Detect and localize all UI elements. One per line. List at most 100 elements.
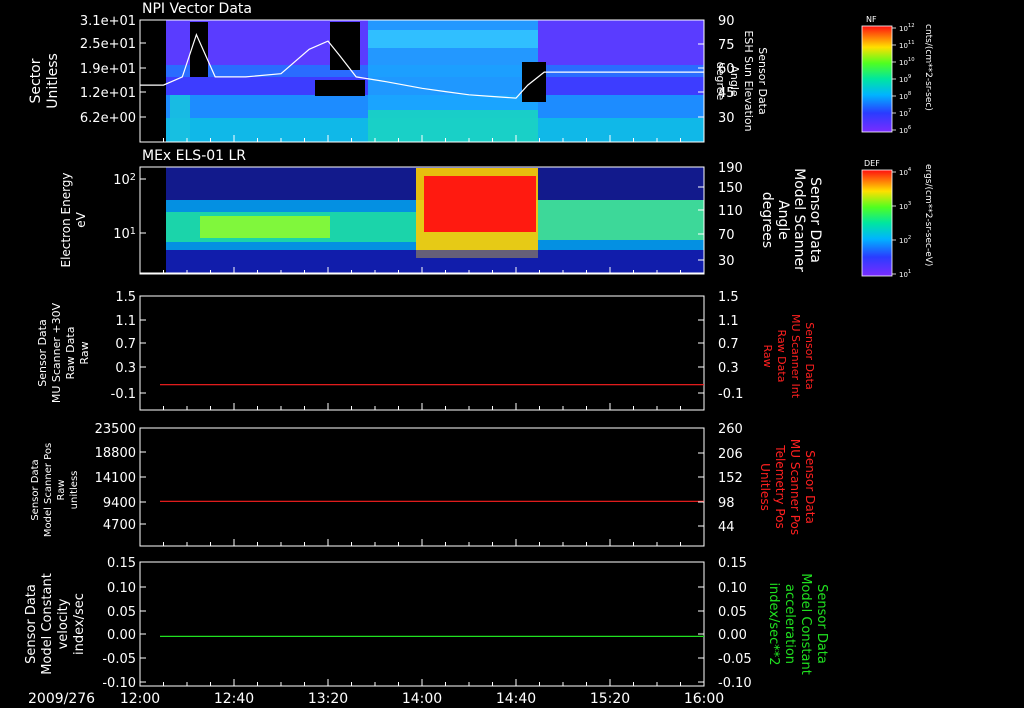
p3-ylabel-line-4: Raw: [78, 341, 91, 364]
right-tick-label: 0.05: [718, 605, 747, 620]
left-tick-label: 0.05: [107, 605, 136, 620]
power-exponent: 9: [908, 74, 911, 80]
p3-ylabel-line-2: MU Scanner +30V: [50, 302, 63, 403]
right-tick-label: 110: [718, 204, 743, 219]
right-tick-label: 30: [718, 111, 735, 126]
panel-els-ylabel: Electron Energy eV: [59, 172, 88, 267]
panel-4-ylabel: Sensor Data Model Scanner Pos Raw unitle…: [30, 443, 80, 537]
panel-3-frame: [139, 295, 705, 411]
panel-5-frame: [139, 561, 705, 687]
els-heat-bottom: [166, 250, 704, 274]
panel-els: MEx ELS-01 LR 102101 1901501107030 Elect…: [59, 148, 823, 275]
time-tick-label: 15:20: [590, 691, 630, 707]
right-tick-label: 206: [718, 447, 743, 462]
p3-right-ylabel-line-2: MU Scanner Int: [789, 314, 802, 399]
left-tick-label: 102: [113, 172, 136, 188]
power-base: 10: [899, 42, 908, 50]
right-tick-label: 152: [718, 471, 743, 486]
power-exponent: 8: [908, 91, 911, 97]
left-tick-label: 2.5e+01: [80, 37, 136, 52]
panel-npi-heatmap: [166, 20, 704, 142]
els-right-ylabel-line-4: degrees: [759, 192, 775, 248]
left-tick-label: 9400: [103, 496, 136, 511]
panel-mu-scanner-raw: 1.5 1.1 0.7 0.3 -0.1 1.5 1.1 0.7 0.3 -0.1 Sensor…: [36, 290, 816, 411]
power-base: 10: [899, 127, 908, 135]
power-exponent: 2: [130, 172, 136, 183]
npi-heat-high-region-top: [368, 30, 538, 48]
left-tick-label: 3.1e+01: [80, 14, 136, 29]
colorbar-def-bar: [861, 169, 893, 277]
colorbar-tick-label: 1012: [899, 23, 915, 33]
power-base: 10: [899, 25, 908, 33]
power-base: 10: [899, 59, 908, 67]
colorbar-tick-label: 103: [899, 201, 911, 211]
npi-heat-gap-1: [190, 22, 208, 77]
p5-ylabel-line-1: Sensor Data: [24, 584, 39, 664]
right-tick-label: 30: [718, 254, 735, 269]
npi-right-ylabel-line-4: degree: [714, 62, 727, 101]
panel-5-ylabel: Sensor Data Model Constant velocity inde…: [24, 573, 87, 675]
colorbar-def: DEF 104103102101 ergs/(cm**2-sr-sec-eV): [861, 159, 933, 279]
power-base: 10: [899, 203, 908, 211]
npi-right-ylabel-line-2: ESH Sun Elevation: [742, 30, 755, 131]
right-tick-label: 0.15: [718, 556, 747, 571]
power-exponent: 7: [908, 108, 911, 114]
panel-npi: NPI Vector Data 3.1e+01 2.5e+01 1.9e+01 1.2…: [28, 1, 769, 143]
time-tick-label: 14:00: [402, 691, 442, 707]
p5-ylabel-line-4: index/sec: [72, 593, 87, 655]
colorbar-npi: NF 101210111010109108107106 cnts/(cm**2-…: [861, 15, 933, 135]
npi-ylabel-line-2: Unitless: [45, 53, 61, 109]
panel-3-ylabel: Sensor Data MU Scanner +30V Raw Data Raw: [36, 302, 91, 403]
left-tick-label: 1.5: [115, 290, 136, 305]
power-base: 10: [113, 227, 130, 242]
power-exponent: 4: [908, 167, 912, 173]
p4-ylabel-line-2: Model Scanner Pos: [43, 443, 54, 537]
time-tick-label: 12:00: [120, 691, 160, 707]
p4-ylabel-line-4: unitless: [69, 471, 80, 510]
left-tick-label: 0.15: [107, 556, 136, 571]
power-exponent: 3: [908, 201, 911, 207]
right-tick-label: -0.10: [718, 676, 752, 691]
date-label: 2009/276: [28, 691, 95, 707]
colorbar-def-units: ergs/(cm**2-sr-sec-eV): [923, 164, 933, 266]
p3-ylabel-line-3: Raw Data: [64, 327, 77, 380]
left-tick-label: 1.1: [115, 314, 136, 329]
colorbar-tick-label: 1011: [899, 40, 915, 50]
power-exponent: 2: [908, 235, 911, 241]
power-base: 10: [899, 237, 908, 245]
time-tick-label: 16:00: [684, 691, 724, 707]
els-ylabel-line-2: eV: [74, 211, 88, 227]
power-base: 10: [899, 76, 908, 84]
left-tick-label: 18800: [95, 446, 136, 461]
panel-model-constant: 0.150.100.050.00-0.05-0.10 0.150.100.050…: [24, 556, 829, 691]
p4-ylabel-line-3: Raw: [56, 479, 67, 500]
right-tick-label: 90: [718, 14, 735, 29]
p3-ylabel-line-1: Sensor Data: [36, 319, 49, 386]
left-tick-label: 23500: [95, 422, 136, 437]
time-tick-label: 12:40: [214, 691, 254, 707]
power-exponent: 11: [908, 40, 915, 46]
power-base: 10: [899, 110, 908, 118]
time-tick-label: 14:40: [496, 691, 536, 707]
left-tick-label: 1.2e+01: [80, 86, 136, 101]
colorbar-tick-label: 109: [899, 74, 911, 84]
colorbar-npi-ticks: 101210111010109108107106: [892, 23, 915, 135]
colorbar-tick-label: 107: [899, 108, 911, 118]
els-right-ylabel-line-2: Model Scanner: [791, 168, 807, 272]
panel-els-right-axis: 190 150 110 70 30: [698, 161, 743, 269]
els-heat-hot-red: [424, 176, 536, 232]
npi-heat-left-patch: [170, 95, 190, 142]
colorbar-tick-label: 1010: [899, 57, 915, 67]
power-exponent: 10: [908, 57, 915, 63]
p3-right-ylabel-line-3: Raw Data: [775, 330, 788, 383]
left-tick-label: 0.10: [107, 581, 136, 596]
p3-right-ylabel-line-4: Raw: [761, 344, 774, 367]
left-tick-label: -0.10: [102, 676, 136, 691]
p5-right-ylabel-line-4: index/sec**2: [766, 582, 781, 665]
left-tick-label: 0.00: [107, 628, 136, 643]
panel-npi-ylabel: Sector Unitless: [28, 53, 61, 109]
right-tick-label: -0.1: [718, 387, 743, 402]
p5-right-ylabel-line-1: Sensor Data: [814, 584, 829, 664]
npi-heat-high-region-bottom: [368, 110, 538, 142]
left-tick-label: -0.1: [111, 387, 136, 402]
